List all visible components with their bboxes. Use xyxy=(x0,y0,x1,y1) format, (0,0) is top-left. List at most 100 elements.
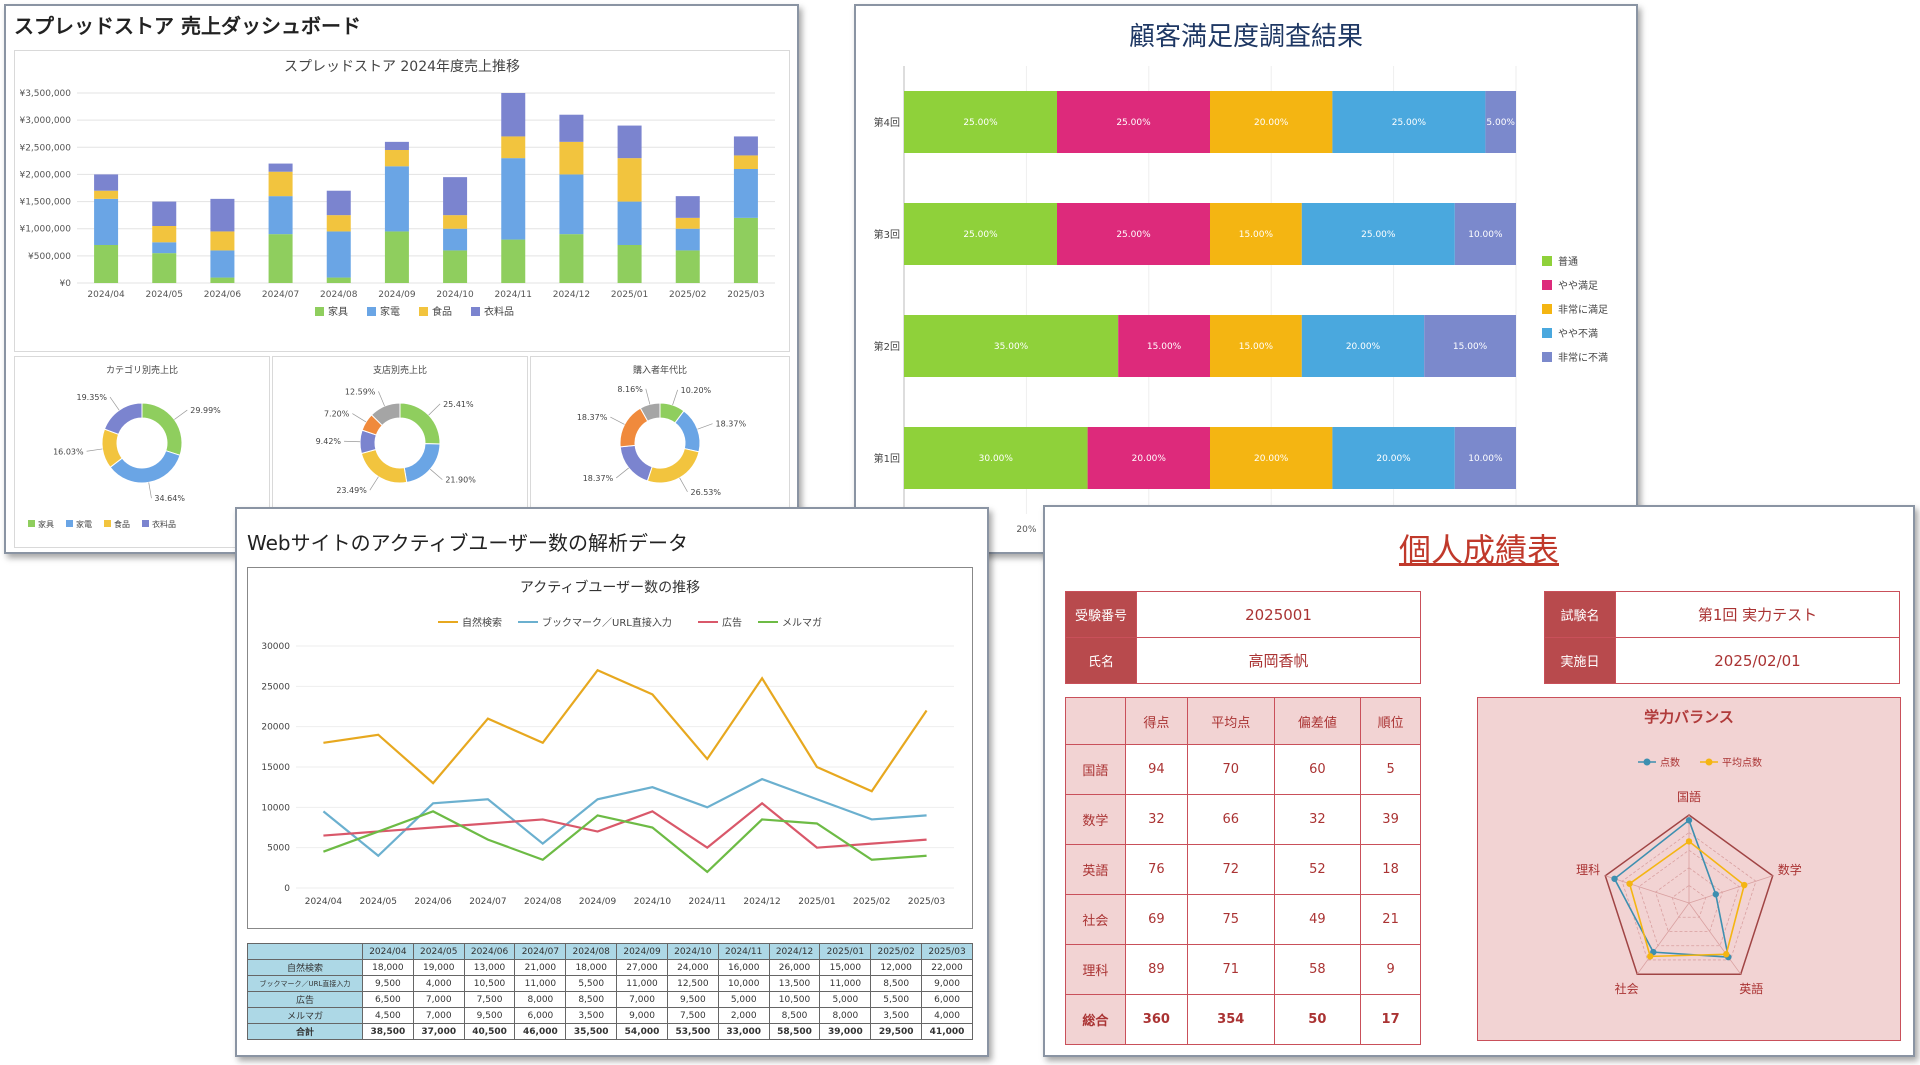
table-cell: 39,000 xyxy=(819,1023,872,1040)
x-tick-label: 2024/04 xyxy=(305,897,343,907)
slice-label: 34.64% xyxy=(154,494,185,503)
donut-slice xyxy=(399,402,441,445)
legend-swatch xyxy=(1542,352,1552,362)
score-table: 得点 平均点 偏差値 順位 国語 94 70 60 5 数学 32 66 32 39 英語 76 72 52 18 社… xyxy=(1065,697,1421,1045)
score-cell: 国語 xyxy=(1065,744,1126,795)
bar-segment xyxy=(733,169,758,218)
legend-label: 家電 xyxy=(76,519,92,529)
data-label: 20.00% xyxy=(1376,454,1411,464)
leader-line xyxy=(86,448,103,452)
x-tick-label: 2024/06 xyxy=(414,897,452,907)
donut-title: 支店別売上比 xyxy=(373,364,427,376)
y-tick-label: ¥3,500,000 xyxy=(19,89,71,99)
legend-label: 衣料品 xyxy=(484,305,514,318)
data-label: 20.00% xyxy=(1254,118,1289,128)
radar-axis-label: 理科 xyxy=(1576,863,1600,877)
legend-label: 普通 xyxy=(1558,255,1578,268)
x-tick-label: 2025/01 xyxy=(798,897,835,907)
y-tick-label: 10000 xyxy=(261,803,290,813)
table-row: ブックマーク／URL直接入力 9,500 4,000 10,500 11,000 5,50… xyxy=(247,975,973,992)
data-label: 10.00% xyxy=(1468,454,1503,464)
legend-label: 平均点数 xyxy=(1722,756,1762,769)
x-tick-label: 2024/11 xyxy=(689,897,726,907)
score-cell: 66 xyxy=(1186,794,1275,845)
info-right-table: 試験名 第1回 実力テスト 実施日 2025/02/01 xyxy=(1544,591,1900,684)
slice-label: 7.20% xyxy=(324,410,350,419)
data-label: 30.00% xyxy=(979,454,1014,464)
table-cell: 16,000 xyxy=(717,959,770,976)
legend-swatch xyxy=(28,520,35,527)
table-cell: 2024/10 xyxy=(666,943,719,960)
score-cell: 58 xyxy=(1273,944,1362,995)
bar-segment xyxy=(501,136,526,159)
score-cell: 得点 xyxy=(1124,697,1188,745)
score-cell: 60 xyxy=(1273,744,1362,795)
score-cell: 順位 xyxy=(1360,697,1421,745)
radar-axis-label: 社会 xyxy=(1615,981,1639,996)
x-tick-label: 2024/08 xyxy=(320,290,358,300)
leader-line xyxy=(610,416,625,425)
table-cell: 8,500 xyxy=(768,1007,821,1024)
score-cell xyxy=(1065,697,1126,745)
slice-label: 9.42% xyxy=(316,437,342,446)
table-cell: 2024/11 xyxy=(717,943,770,960)
data-label: 25.00% xyxy=(963,118,998,128)
legend-swatch xyxy=(66,520,73,527)
bar-segment xyxy=(675,196,700,218)
x-tick-label: 2024/10 xyxy=(634,897,672,907)
table-cell: 13,500 xyxy=(768,975,821,992)
legend-swatch xyxy=(104,520,111,527)
table-cell: 15,000 xyxy=(819,959,872,976)
legend-label: 家具 xyxy=(38,519,54,529)
table-cell: 4,000 xyxy=(412,975,465,992)
table-cell: 58,500 xyxy=(768,1023,821,1040)
bar-segment xyxy=(501,239,526,283)
score-row: 理科 89 71 58 9 xyxy=(1065,944,1421,995)
bar-segment xyxy=(384,166,409,232)
info-row: 実施日 2025/02/01 xyxy=(1544,637,1900,684)
slice-label: 8.16% xyxy=(617,385,643,394)
donut-title: 購入者年代比 xyxy=(633,364,687,376)
table-cell: 18,000 xyxy=(565,959,618,976)
table-cell: 29,500 xyxy=(870,1023,923,1040)
bar-segment xyxy=(152,226,177,243)
table-cell: 11,000 xyxy=(819,975,872,992)
series-line xyxy=(323,668,928,793)
table-cell: 2024/09 xyxy=(616,943,668,960)
table-cell: 2025/01 xyxy=(819,943,872,960)
table-cell: 2024/12 xyxy=(768,943,821,960)
legend-label: 点数 xyxy=(1660,756,1680,769)
bar-segment xyxy=(210,250,235,278)
legend-label: 食品 xyxy=(432,305,452,318)
web-data-table: 2024/04 2024/05 2024/06 2024/07 2024/08 2024/… xyxy=(247,943,973,1040)
score-cell: 72 xyxy=(1186,844,1275,895)
y-tick-label: 5000 xyxy=(267,844,290,854)
table-cell: 53,500 xyxy=(666,1023,719,1040)
table-cell: 7,000 xyxy=(412,1007,465,1024)
table-cell: 27,000 xyxy=(616,959,668,976)
table-cell: 12,500 xyxy=(666,975,719,992)
info-label: 受験番号 xyxy=(1065,591,1137,638)
x-tick-label: 2024/05 xyxy=(360,897,397,907)
data-label: 25.00% xyxy=(1392,118,1427,128)
survey-bar-chart: 第4回 25.00% 25.00% 20.00% 25.00% 5.00% 第3回 25.00… xyxy=(874,66,1608,535)
info-row: 試験名 第1回 実力テスト xyxy=(1544,591,1900,638)
table-cell: 40,500 xyxy=(463,1023,516,1040)
donut-slice xyxy=(619,444,653,482)
table-row: 自然検索 18,000 19,000 13,000 21,000 18,000 27,000… xyxy=(247,959,973,976)
radar-axis-label: 数学 xyxy=(1778,862,1802,877)
y-tick-label: 25000 xyxy=(261,682,290,692)
radar-point xyxy=(1723,951,1730,958)
data-label: 20.00% xyxy=(1132,454,1167,464)
score-cell: 5 xyxy=(1360,744,1421,795)
legend-swatch xyxy=(1542,256,1552,266)
y-tick-label: 30000 xyxy=(261,642,290,652)
score-cell: 18 xyxy=(1360,844,1421,895)
score-cell: 94 xyxy=(1124,744,1188,795)
score-total-row: 総合 360 354 50 17 xyxy=(1065,994,1421,1045)
bar-segment xyxy=(559,141,584,175)
bar-segment xyxy=(152,201,177,226)
leader-line xyxy=(672,389,678,406)
bar-segment xyxy=(559,234,584,283)
survey-panel: 顧客満足度調査結果 第4回 25.00% 25.00% 20.00% 25.00% 5.0… xyxy=(854,4,1638,554)
